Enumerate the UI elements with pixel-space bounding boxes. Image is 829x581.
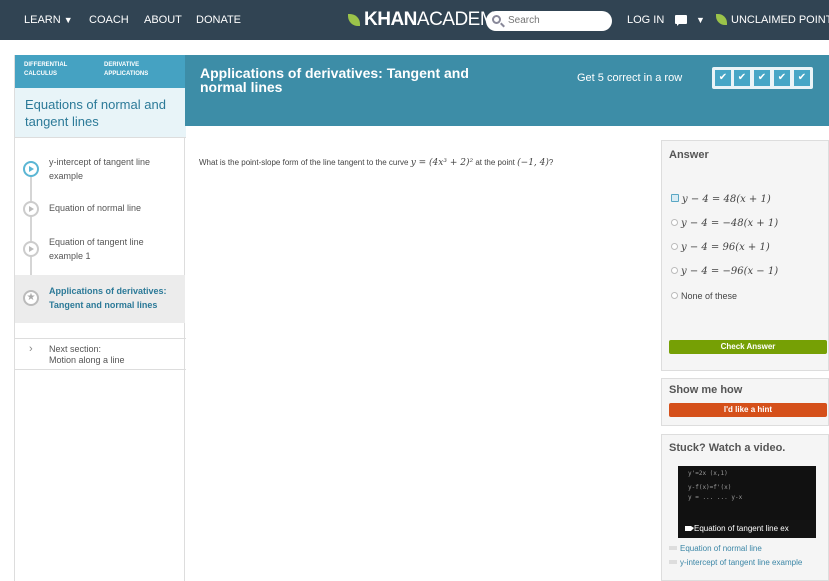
- search-icon: [492, 15, 501, 24]
- learn-label: LEARN: [24, 14, 61, 26]
- radio-button[interactable]: [671, 243, 678, 250]
- radio-button[interactable]: [671, 219, 678, 226]
- search-input[interactable]: [486, 11, 612, 31]
- question-suffix: ?: [548, 158, 554, 167]
- video-panel: Stuck? Watch a video. y'=2x (x,1) y-f(x)…: [661, 434, 829, 581]
- points-leaf-icon: [716, 14, 727, 25]
- video-heading: Stuck? Watch a video.: [669, 442, 786, 454]
- notifications-icon[interactable]: [675, 15, 687, 26]
- video-thumbnail[interactable]: y'=2x (x,1) y-f(x)=f'(x) y = ... ... y-x…: [678, 466, 816, 538]
- check-icon: ✔: [754, 70, 770, 86]
- chevron-down-icon: ▼: [63, 15, 73, 25]
- hint-button[interactable]: I'd like a hint: [669, 403, 827, 417]
- check-icon: ✔: [794, 70, 810, 86]
- video-caption: Equation of tangent line ex: [678, 520, 816, 538]
- answer-option-2[interactable]: y − 4 = −48(x + 1): [671, 218, 778, 229]
- next-section-prefix: Next section:: [49, 344, 102, 354]
- check-icon: ✔: [774, 70, 790, 86]
- star-icon: ★: [23, 290, 39, 306]
- video-link-icon: [669, 560, 677, 564]
- check-answer-button[interactable]: Check Answer: [669, 340, 827, 354]
- radio-button[interactable]: [671, 267, 678, 274]
- streak-progress: ✔ ✔ ✔ ✔ ✔: [712, 67, 813, 89]
- about-link[interactable]: ABOUT: [144, 0, 182, 40]
- login-link[interactable]: LOG IN: [627, 0, 664, 40]
- answer-panel: Answer y − 4 = 48(x + 1) y − 4 = −48(x +…: [661, 140, 829, 371]
- chevron-down-icon[interactable]: ▼: [696, 15, 705, 25]
- radio-button[interactable]: [671, 292, 678, 299]
- option-label: y − 4 = 48(x + 1): [682, 194, 771, 205]
- page-title: Applications of derivatives: Tangent and…: [200, 65, 469, 95]
- play-icon: [23, 241, 39, 257]
- sidebar-item-label: Applications of derivatives: Tangent and…: [49, 286, 167, 310]
- question-text: What is the point-slope form of the line…: [199, 158, 553, 168]
- topic-title[interactable]: Equations of normal and tangent lines: [15, 88, 186, 138]
- breadcrumb-differential-calculus[interactable]: DIFFERENTIAL CALCULUS: [24, 61, 94, 79]
- hint-panel: Show me how I'd like a hint: [661, 378, 829, 426]
- unclaimed-points-menu[interactable]: UNCLAIMED POINTS▼: [731, 0, 829, 40]
- chevron-right-icon: ›: [29, 343, 33, 355]
- top-nav: LEARN▼ COACH ABOUT DONATE KHANACADEMY LO…: [0, 0, 829, 40]
- hint-heading: Show me how: [669, 384, 743, 396]
- sidebar-item-label: Equation of normal line: [49, 203, 142, 213]
- option-label: y − 4 = 96(x + 1): [681, 242, 770, 253]
- play-icon: [23, 161, 39, 177]
- sidebar-item-current-exercise[interactable]: ★ Applications of derivatives: Tangent a…: [15, 275, 185, 323]
- video-link-icon: [669, 546, 677, 550]
- play-icon: [23, 201, 39, 217]
- sidebar-item-label: y-intercept of tangent line example: [49, 157, 151, 181]
- logo-bold: KHAN: [364, 9, 417, 30]
- next-section-label: Next section: Motion along a line: [49, 344, 125, 366]
- option-label: y − 4 = −96(x − 1): [681, 266, 779, 277]
- next-section-title: Motion along a line: [49, 355, 125, 365]
- check-icon: ✔: [715, 70, 731, 86]
- related-video-link[interactable]: Equation of normal line: [669, 544, 762, 553]
- points-label: UNCLAIMED POINTS: [731, 14, 829, 26]
- question-middle: at the point: [475, 158, 515, 167]
- leaf-icon: [348, 14, 360, 26]
- question-curve: y = (4x³ + 2)²: [410, 158, 474, 168]
- answer-option-1[interactable]: y − 4 = 48(x + 1): [671, 194, 771, 205]
- related-video-label: Equation of normal line: [680, 544, 762, 553]
- video-camera-icon: [685, 526, 694, 531]
- khan-academy-logo[interactable]: KHANACADEMY: [348, 0, 508, 40]
- answer-option-4[interactable]: y − 4 = −96(x − 1): [671, 266, 778, 277]
- check-icon: ✔: [734, 70, 750, 86]
- scribble-decoration: y'=2x (x,1): [688, 470, 728, 477]
- video-caption-text: Equation of tangent line ex: [694, 524, 789, 533]
- question-point: (−1, 4): [517, 158, 549, 168]
- answer-option-5[interactable]: None of these: [671, 291, 737, 302]
- learn-menu[interactable]: LEARN ▼: [24, 0, 73, 40]
- sidebar-item-y-intercept-video[interactable]: y-intercept of tangent line example: [15, 150, 185, 188]
- next-section-link[interactable]: › Next section: Motion along a line: [15, 338, 186, 370]
- scribble-decoration: y = ... ... y-x: [688, 494, 743, 501]
- answer-heading: Answer: [669, 149, 709, 161]
- streak-label: Get 5 correct in a row: [577, 72, 683, 84]
- radio-button[interactable]: [671, 194, 679, 202]
- sidebar-item-tangent-line-video[interactable]: Equation of tangent line example 1: [15, 230, 185, 268]
- question-prefix: What is the point-slope form of the line…: [199, 158, 409, 167]
- related-video-label: y-intercept of tangent line example: [680, 558, 803, 567]
- answer-option-3[interactable]: y − 4 = 96(x + 1): [671, 242, 770, 253]
- related-video-link[interactable]: y-intercept of tangent line example: [669, 558, 802, 567]
- scribble-decoration: y-f(x)=f'(x): [688, 484, 732, 491]
- breadcrumb-derivative-applications[interactable]: DERIVATIVE APPLICATIONS: [104, 61, 174, 79]
- sidebar-item-label: Equation of tangent line example 1: [49, 237, 144, 261]
- sidebar-item-normal-line-video[interactable]: Equation of normal line: [15, 194, 185, 222]
- breadcrumb: DIFFERENTIAL CALCULUS DERIVATIVE APPLICA…: [15, 55, 186, 88]
- exercise-header: Applications of derivatives: Tangent and…: [185, 55, 829, 126]
- option-label: y − 4 = −48(x + 1): [681, 218, 779, 229]
- coach-link[interactable]: COACH: [89, 0, 129, 40]
- donate-link[interactable]: DONATE: [196, 0, 241, 40]
- option-label: None of these: [681, 291, 738, 301]
- topic-sidebar: DIFFERENTIAL CALCULUS DERIVATIVE APPLICA…: [14, 55, 186, 581]
